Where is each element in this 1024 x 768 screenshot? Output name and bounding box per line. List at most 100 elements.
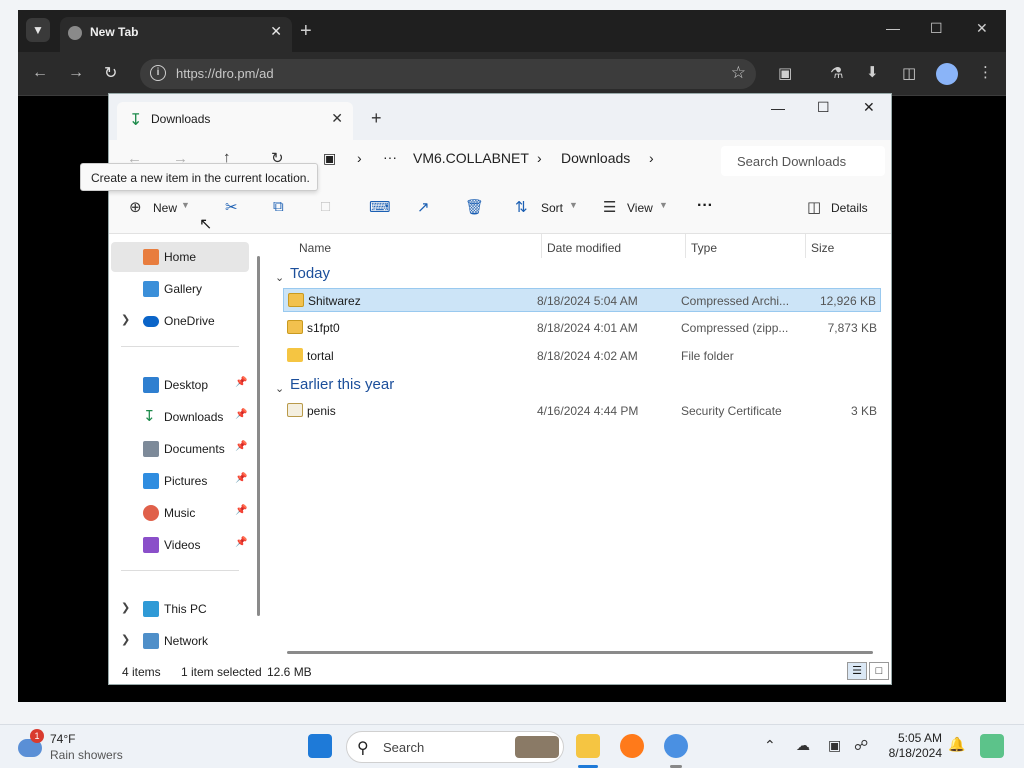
search-downloads-input[interactable]: Search Downloads [721, 146, 885, 176]
view-button[interactable]: View [627, 201, 653, 215]
chevron-right-icon[interactable]: ❯ [121, 313, 130, 326]
pin-icon[interactable]: 📌 [235, 409, 247, 420]
reload-icon[interactable]: ↻ [104, 63, 117, 83]
download-icon[interactable]: ⬇ [866, 63, 879, 81]
column-name[interactable]: Name [299, 241, 331, 255]
chrome-tab[interactable]: New Tab ✕ [60, 17, 292, 52]
forward-arrow-icon[interactable]: → [68, 64, 84, 82]
pin-icon[interactable]: 📌 [235, 377, 247, 388]
minimize-button[interactable]: — [771, 100, 785, 116]
details-button[interactable]: Details [831, 201, 868, 215]
chevron-right-icon[interactable]: ❯ [121, 601, 130, 614]
share-icon[interactable]: ↗ [417, 198, 430, 216]
cloud-offline-icon[interactable]: ☁ [796, 737, 810, 754]
extensions-icon[interactable]: ▣ [778, 64, 792, 82]
sidebar-item-network[interactable]: ❯ Network [111, 626, 249, 656]
address-bar[interactable]: i https://dro.pm/ad ☆ [140, 59, 756, 89]
explorer-tab[interactable]: ↧ Downloads ✕ [117, 102, 353, 140]
column-date-modified[interactable]: Date modified [547, 241, 621, 255]
pin-icon[interactable]: 📌 [235, 537, 247, 548]
cut-icon[interactable]: ✂ [225, 198, 238, 216]
maximize-button[interactable]: ☐ [817, 99, 830, 116]
breadcrumb-downloads[interactable]: Downloads [561, 150, 630, 166]
file-row-s1fpt0[interactable]: s1fpt0 8/18/2024 4:01 AM Compressed (zip… [283, 316, 881, 340]
column-divider[interactable] [541, 234, 542, 258]
tiles-view-icon[interactable]: □ [869, 662, 889, 680]
monitor-icon[interactable]: ▣ [323, 150, 336, 167]
details-view-icon[interactable]: ☰ [847, 662, 867, 680]
chevron-right-icon[interactable]: › [649, 150, 654, 166]
display-icon[interactable]: ▣ [828, 737, 841, 754]
new-button[interactable]: New [153, 201, 177, 215]
clock[interactable]: 5:05 AM 8/18/2024 [872, 731, 942, 761]
back-arrow-icon[interactable]: ← [32, 64, 48, 82]
breadcrumb-overflow[interactable]: ··· [383, 149, 397, 165]
column-size[interactable]: Size [811, 241, 834, 255]
site-info-icon[interactable]: i [150, 65, 166, 81]
chevron-down-icon[interactable]: ⌄ [275, 382, 284, 395]
profile-avatar[interactable] [936, 63, 958, 85]
chevron-right-icon[interactable]: › [537, 150, 542, 166]
new-tab-button[interactable]: + [300, 20, 312, 43]
file-row-tortal[interactable]: tortal 8/18/2024 4:02 AM File folder [283, 344, 881, 368]
file-size: 12,926 KB [819, 294, 876, 308]
pin-icon[interactable]: 📌 [235, 441, 247, 452]
column-divider[interactable] [685, 234, 686, 258]
paste-icon[interactable]: □ [321, 198, 330, 215]
sidebar-item-downloads[interactable]: ↧ Downloads 📌 [111, 402, 249, 432]
sidebar-item-videos[interactable]: Videos 📌 [111, 530, 249, 560]
group-header-earlier-this-year[interactable]: Earlier this year [290, 376, 394, 393]
rename-icon[interactable]: ⌨ [369, 198, 391, 216]
file-explorer-icon[interactable] [576, 734, 600, 758]
minimize-button[interactable]: — [886, 20, 900, 36]
delete-trash-icon[interactable]: 🗑 [465, 198, 484, 216]
chevron-up-icon[interactable]: ⌃ [764, 737, 776, 754]
chevron-down-icon[interactable]: ⌄ [275, 271, 284, 284]
sidebar-item-this-pc[interactable]: ❯ This PC [111, 594, 249, 624]
windows-start-icon[interactable] [308, 734, 332, 758]
chevron-right-icon[interactable]: › [357, 150, 362, 166]
copy-icon[interactable]: ⧉ [273, 198, 284, 215]
sort-button[interactable]: Sort [541, 201, 563, 215]
pin-icon[interactable]: 📌 [235, 505, 247, 516]
sidebar-item-documents[interactable]: Documents 📌 [111, 434, 249, 464]
notification-bell-icon[interactable]: 🔔 [948, 736, 965, 753]
copilot-icon[interactable] [980, 734, 1004, 758]
close-window-button[interactable]: ✕ [863, 99, 875, 116]
bookmark-star-icon[interactable]: ☆ [731, 63, 746, 83]
sidebar-item-onedrive[interactable]: ❯ OneDrive [111, 306, 249, 336]
chevron-right-icon[interactable]: ❯ [121, 633, 130, 646]
sort-arrows-icon: ⇅ [515, 199, 528, 216]
sidebar-scrollbar[interactable] [257, 256, 260, 616]
music-folder-icon [143, 505, 159, 521]
weather-widget[interactable]: 1 74°F Rain showers [16, 729, 136, 765]
new-tab-button[interactable]: + [371, 108, 382, 129]
breadcrumb-computer[interactable]: VM6.COLLABNET [413, 150, 529, 166]
group-header-today[interactable]: Today [290, 265, 330, 282]
taskbar-search[interactable]: ⚲ Search [346, 731, 564, 763]
pin-icon[interactable]: 📌 [235, 473, 247, 484]
network-status-icon[interactable]: ☍ [854, 737, 868, 754]
sidebar-item-home[interactable]: Home [111, 242, 249, 272]
horizontal-scrollbar[interactable] [287, 651, 873, 654]
close-tab-icon[interactable]: ✕ [270, 23, 282, 40]
sidebar-item-music[interactable]: Music 📌 [111, 498, 249, 528]
see-more-button[interactable]: ··· [697, 197, 713, 215]
firefox-icon[interactable] [620, 734, 644, 758]
column-type[interactable]: Type [691, 241, 717, 255]
file-row-penis[interactable]: penis 4/16/2024 4:44 PM Security Certifi… [283, 399, 881, 423]
chrome-icon[interactable] [664, 734, 688, 758]
column-divider[interactable] [805, 234, 806, 258]
close-tab-icon[interactable]: ✕ [331, 110, 343, 127]
maximize-button[interactable]: ☐ [930, 20, 943, 37]
sidebar-item-desktop[interactable]: Desktop 📌 [111, 370, 249, 400]
side-panel-icon[interactable]: ◫ [902, 64, 916, 82]
close-window-button[interactable]: ✕ [976, 20, 988, 37]
tab-search-button[interactable]: ▼ [26, 18, 50, 42]
sidebar-item-gallery[interactable]: Gallery [111, 274, 249, 304]
item-count: 4 items [122, 665, 161, 679]
sidebar-item-pictures[interactable]: Pictures 📌 [111, 466, 249, 496]
labs-flask-icon[interactable]: ⚗ [830, 64, 843, 82]
menu-kebab-icon[interactable]: ⋮ [978, 63, 993, 81]
file-row-shitwarez[interactable]: Shitwarez 8/18/2024 5:04 AM Compressed A… [283, 288, 881, 312]
